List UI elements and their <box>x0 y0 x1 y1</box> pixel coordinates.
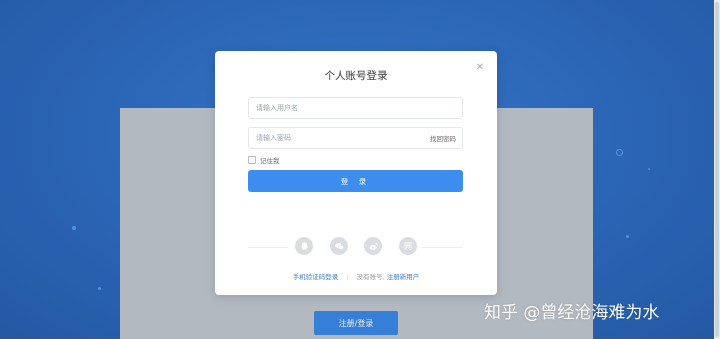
password-field: 找回密码 <box>248 127 463 149</box>
remember-label: 记住我 <box>260 157 280 165</box>
remember-me[interactable]: 记住我 <box>248 155 280 165</box>
login-modal: 个人账号登录 ✕ 找回密码 记住我 登 录 网 手机验证码登录 | 没有账号, … <box>215 51 497 295</box>
wechat-icon[interactable] <box>330 237 348 255</box>
no-account-text: 没有账号, <box>356 273 385 281</box>
scrollbar-thumb[interactable] <box>715 2 719 337</box>
modal-title: 个人账号登录 <box>324 70 388 82</box>
weibo-icon[interactable] <box>364 237 382 255</box>
forgot-password-link[interactable]: 找回密码 <box>430 133 462 143</box>
netease-label: 网 <box>404 241 412 251</box>
password-input[interactable] <box>249 134 430 142</box>
remember-checkbox[interactable] <box>248 156 256 164</box>
divider-right <box>422 247 463 248</box>
username-field <box>248 97 463 119</box>
register-link[interactable]: 注册新用户 <box>387 273 420 281</box>
netease-icon[interactable]: 网 <box>399 237 417 255</box>
watermark: 知乎 @曾经沧海难为水 <box>484 303 660 323</box>
scrollbar[interactable] <box>714 0 720 339</box>
links-separator: | <box>346 273 349 281</box>
divider-left <box>248 247 288 248</box>
login-button[interactable]: 登 录 <box>248 170 463 192</box>
username-input[interactable] <box>249 104 462 112</box>
qq-icon[interactable] <box>295 237 313 255</box>
login-links: 手机验证码登录 | 没有账号, 注册新用户 <box>215 271 497 281</box>
close-icon[interactable]: ✕ <box>475 63 485 73</box>
phone-login-link[interactable]: 手机验证码登录 <box>293 273 339 281</box>
